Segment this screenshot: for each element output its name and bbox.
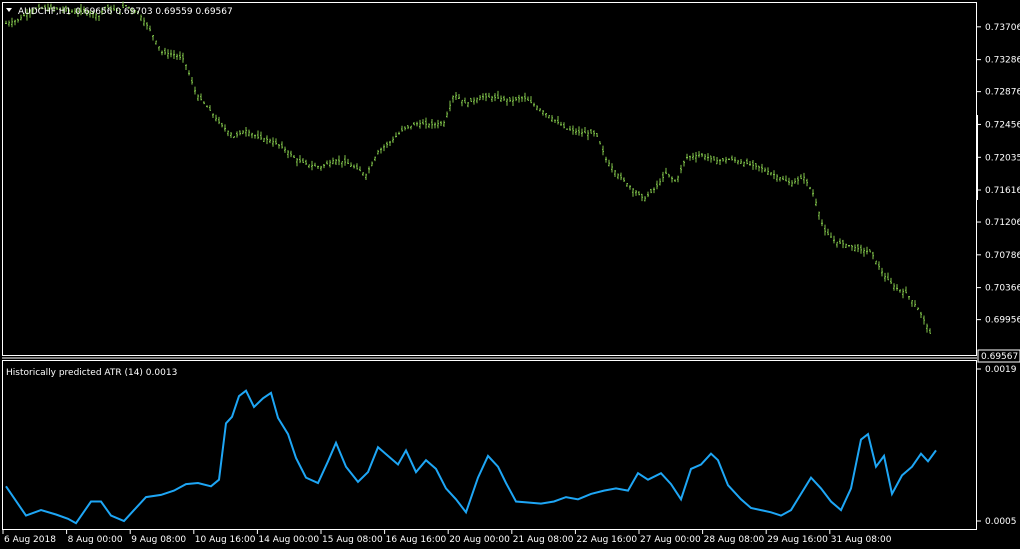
- time-tick-label: 27 Aug 00:00: [640, 535, 701, 545]
- price-tick-label: 0.71616: [985, 186, 1020, 196]
- price-tick-label: 0.69956: [985, 316, 1020, 326]
- indicator-tick-label: 0.0005: [985, 517, 1017, 527]
- indicator-pane-frame: [2, 360, 977, 530]
- time-tick-label: 29 Aug 16:00: [767, 535, 828, 545]
- time-tick-label: 8 Aug 00:00: [68, 535, 123, 545]
- time-tick-label: 10 Aug 16:00: [195, 535, 256, 545]
- main-pane-frame: [2, 2, 977, 356]
- time-tick-label: 6 Aug 2018: [4, 535, 56, 545]
- trading-chart[interactable]: 0.73706 0.73286 0.72876 0.72456 0.72035 0.716…: [0, 0, 1020, 549]
- time-tick-label: 16 Aug 16:00: [386, 535, 447, 545]
- dropdown-triangle-icon[interactable]: [6, 8, 12, 12]
- time-tick-label: 9 Aug 08:00: [131, 535, 186, 545]
- time-tick-label: 31 Aug 08:00: [831, 535, 892, 545]
- price-tick-label: 0.72876: [985, 88, 1020, 98]
- price-tick-label: 0.72035: [985, 153, 1020, 163]
- atr-line: [5, 389, 937, 525]
- price-tick-label: 0.73706: [985, 23, 1020, 33]
- price-tick-label: 0.73286: [985, 56, 1020, 66]
- main-price-bars: [5, 1, 931, 334]
- price-axis: 0.73706 0.73286 0.72876 0.72456 0.72035 0.716…: [976, 23, 1020, 326]
- time-tick-label: 15 Aug 08:00: [322, 535, 383, 545]
- current-price-label: 0.69567: [981, 352, 1018, 362]
- symbol-title: AUDCHF,H1 0.69656 0.69703 0.69559 0.69567: [18, 7, 233, 17]
- indicator-tick-label: 0.0019: [985, 365, 1017, 375]
- time-tick-label: 21 Aug 08:00: [513, 535, 574, 545]
- indicator-title: Historically predicted ATR (14) 0.0013: [6, 368, 177, 378]
- time-tick-label: 22 Aug 16:00: [576, 535, 637, 545]
- time-tick-label: 20 Aug 00:00: [449, 535, 510, 545]
- price-tick-label: 0.70366: [985, 284, 1020, 294]
- price-tick-label: 0.72456: [985, 120, 1020, 130]
- time-tick-label: 14 Aug 00:00: [258, 535, 319, 545]
- time-axis: 6 Aug 2018 8 Aug 00:00 9 Aug 08:00 10 Aug 1…: [2, 530, 892, 545]
- price-tick-label: 0.70786: [985, 251, 1020, 261]
- time-tick-label: 28 Aug 08:00: [704, 535, 765, 545]
- price-tick-label: 0.71206: [985, 218, 1020, 228]
- indicator-axis: 0.0019 0.0005: [977, 365, 1017, 527]
